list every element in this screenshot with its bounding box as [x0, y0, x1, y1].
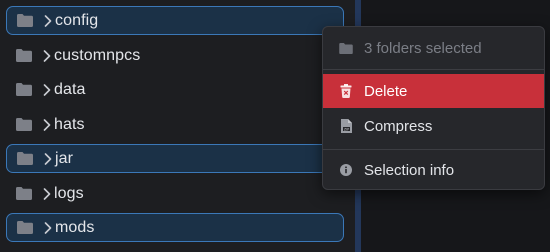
folder-icon	[16, 187, 32, 200]
delete-label: Delete	[364, 82, 408, 100]
file-name: mods	[55, 218, 95, 236]
file-name: customnpcs	[54, 46, 141, 64]
svg-text:ZIP: ZIP	[344, 127, 349, 131]
chevron-right-icon[interactable]	[40, 83, 54, 97]
chevron-right-icon[interactable]	[41, 221, 55, 235]
folder-icon	[17, 152, 33, 165]
compress-label: Compress	[364, 117, 433, 135]
folder-icon	[17, 14, 33, 27]
file-row-logs[interactable]: logs	[6, 179, 344, 208]
info-icon	[339, 163, 353, 177]
menu-separator	[323, 149, 544, 150]
chevron-right-icon[interactable]	[41, 152, 55, 166]
file-manager: config customnpcs data hats jar logs mod…	[0, 0, 550, 252]
folder-icon	[16, 118, 32, 131]
chevron-right-icon[interactable]	[40, 187, 54, 201]
trash-icon	[339, 84, 353, 98]
zip-file-icon: ZIP	[339, 119, 353, 133]
chevron-right-icon[interactable]	[40, 49, 54, 63]
file-row-customnpcs[interactable]: customnpcs	[6, 41, 344, 70]
file-row-data[interactable]: data	[6, 75, 344, 104]
context-menu: 3 folders selected Delete ZIP Compress S…	[322, 26, 545, 190]
menu-separator	[323, 69, 544, 70]
compress-menu-item[interactable]: ZIP Compress	[323, 109, 544, 143]
selection-info-menu-item[interactable]: Selection info	[323, 153, 544, 187]
folder-icon	[339, 41, 353, 55]
file-name: data	[54, 80, 86, 98]
file-name: hats	[54, 115, 85, 133]
file-row-mods[interactable]: mods	[6, 213, 344, 242]
file-name: config	[55, 11, 99, 29]
file-name: logs	[54, 184, 84, 202]
file-name: jar	[55, 149, 74, 167]
file-row-jar[interactable]: jar	[6, 144, 344, 173]
folder-icon	[17, 221, 33, 234]
file-row-hats[interactable]: hats	[6, 110, 344, 139]
file-row-config[interactable]: config	[6, 6, 344, 35]
selection-info-label: Selection info	[364, 161, 455, 179]
chevron-right-icon[interactable]	[41, 14, 55, 28]
delete-menu-item[interactable]: Delete	[323, 74, 544, 108]
selection-count-label: 3 folders selected	[364, 39, 482, 57]
chevron-right-icon[interactable]	[40, 118, 54, 132]
folder-icon	[16, 49, 32, 62]
file-tree: config customnpcs data hats jar logs mod…	[0, 0, 355, 252]
folder-icon	[16, 83, 32, 96]
selection-count-header: 3 folders selected	[323, 31, 544, 65]
